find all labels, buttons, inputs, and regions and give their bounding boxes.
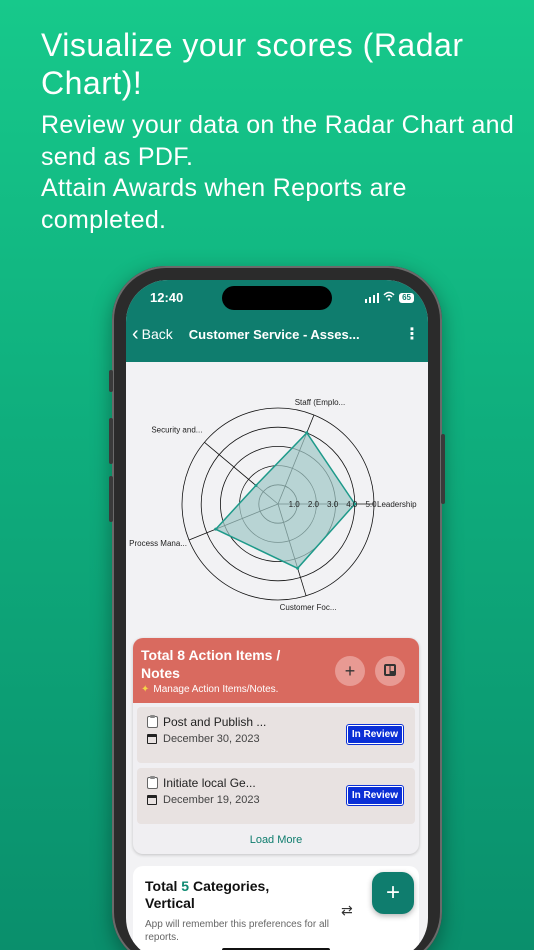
action-items-subtitle: ✦ Manage Action Items/Notes.	[141, 684, 411, 695]
back-label: Back	[141, 326, 173, 342]
radar-category-label: Leadership	[377, 500, 417, 509]
radar-svg: 1.0 2.0 3.0 4.0 5.0 Leadership Staff (Emplo...…	[129, 398, 417, 612]
action-item-date: December 19, 2023	[163, 794, 260, 806]
categories-title: Total 5 Categories, Vertical	[145, 878, 305, 912]
radar-tick-label: 4.0	[346, 500, 358, 509]
action-items-subtitle-text: Manage Action Items/Notes.	[153, 684, 279, 695]
clipboard-icon	[147, 776, 158, 789]
app-header: 12:40 65 ‹ Back Customer Service - Asses…	[126, 280, 428, 362]
promo-subtitle-line2: Attain Awards when Reports are completed…	[41, 174, 407, 234]
action-item-date: December 30, 2023	[163, 733, 260, 745]
status-time: 12:40	[150, 290, 184, 305]
chevron-left-icon: ‹	[132, 323, 139, 345]
action-item-title: Post and Publish ...	[163, 715, 267, 729]
radar-data-point	[214, 527, 218, 531]
nav-bar: ‹ Back Customer Service - Asses... ⋮	[126, 322, 428, 346]
status-badge: In Review	[346, 786, 403, 805]
wifi-icon	[383, 291, 395, 304]
categories-note: App will remember this preferences for a…	[145, 919, 329, 943]
battery-icon: 65	[399, 292, 414, 303]
volume-up-button	[109, 418, 113, 464]
categories-count: 5	[181, 878, 190, 894]
signal-icon	[364, 292, 380, 303]
board-view-button[interactable]	[375, 656, 405, 686]
plus-icon: +	[344, 660, 356, 681]
radar-category-label: Process Mana...	[129, 539, 187, 548]
calendar-icon	[147, 795, 157, 805]
load-more-link[interactable]: Load More	[133, 834, 419, 846]
action-item-row[interactable]: Post and Publish ... December 30, 2023 I…	[137, 707, 415, 763]
status-badge: In Review	[346, 725, 403, 744]
swap-orientation-icon[interactable]: ⇄	[341, 902, 353, 919]
status-bar: 12:40 65	[126, 286, 428, 312]
fab-plus-icon: +	[385, 879, 400, 906]
action-item-title: Initiate local Ge...	[163, 776, 256, 790]
radar-tick-label: 2.0	[308, 500, 320, 509]
volume-down-button	[109, 476, 113, 522]
board-icon	[383, 661, 397, 682]
action-items-header: Total 8 Action Items / Notes ✦ Manage Ac…	[133, 638, 419, 703]
radar-data-point	[296, 566, 300, 570]
page-title: Customer Service - Asses...	[188, 326, 360, 342]
radar-tick-label: 5.0	[365, 500, 377, 509]
app-screen: 12:40 65 ‹ Back Customer Service - Asses…	[126, 280, 428, 950]
radar-chart: 1.0 2.0 3.0 4.0 5.0 Leadership Staff (Emplo...…	[126, 362, 428, 634]
promo-subtitle-line1: Review your data on the Radar Chart and …	[41, 111, 515, 171]
calendar-icon	[147, 734, 157, 744]
add-fab-button[interactable]: +	[372, 872, 414, 914]
categories-title-prefix: Total	[145, 878, 178, 894]
promo-title: Visualize your scores (Radar Chart)!	[41, 27, 464, 101]
action-items-card: Total 8 Action Items / Notes ✦ Manage Ac…	[133, 638, 419, 854]
radar-tick-label: 3.0	[327, 500, 339, 509]
promo-subtitle: Review your data on the Radar Chart and …	[41, 110, 521, 236]
add-action-item-button[interactable]: +	[335, 656, 365, 686]
radar-tick-label: 1.0	[289, 500, 301, 509]
power-button	[441, 434, 445, 504]
kebab-icon[interactable]: ⋮	[404, 324, 420, 344]
radar-category-label: Staff (Emplo...	[295, 398, 346, 407]
action-item-row[interactable]: Initiate local Ge... December 19, 2023 I…	[137, 768, 415, 824]
radar-data-point	[254, 483, 258, 487]
back-button[interactable]: ‹ Back	[132, 324, 173, 344]
dynamic-island	[222, 286, 332, 310]
promo-text: Visualize your scores (Radar Chart)! Rev…	[41, 26, 521, 236]
radar-category-label: Customer Foc...	[280, 603, 337, 612]
sparkle-icon: ✦	[141, 684, 150, 695]
radar-data-point	[305, 431, 309, 435]
phone-frame: 12:40 65 ‹ Back Customer Service - Asses…	[109, 266, 445, 950]
status-icons: 65	[364, 291, 414, 304]
radar-category-label: Security and...	[151, 425, 202, 434]
action-items-title: Total 8 Action Items / Notes	[141, 647, 281, 681]
mute-switch	[109, 370, 113, 392]
clipboard-icon	[147, 715, 158, 728]
